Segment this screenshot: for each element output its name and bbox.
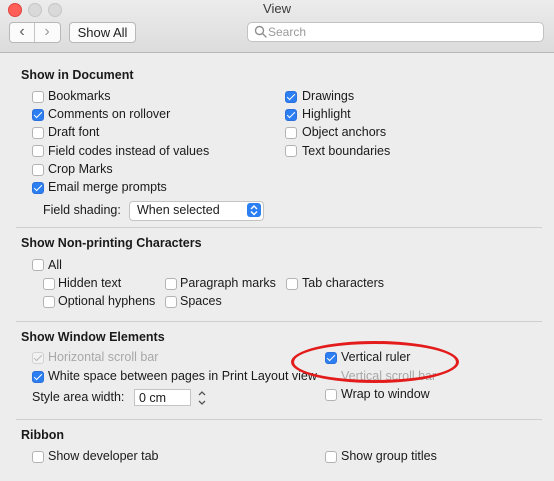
show-group-titles-label: Show group titles: [341, 449, 437, 463]
crop-marks-label: Crop Marks: [48, 162, 113, 176]
all-label: All: [48, 258, 62, 272]
navigation-buttons: ‹ ›: [9, 22, 61, 43]
text-boundaries-checkbox[interactable]: [285, 145, 297, 157]
drawings-label: Drawings: [302, 89, 355, 103]
field-codes-label: Field codes instead of values: [48, 144, 210, 158]
comments-on-rollover-label: Comments on rollover: [48, 107, 171, 121]
style-area-width-field[interactable]: [134, 389, 191, 406]
hidden-text-label: Hidden text: [58, 276, 122, 290]
field-codes-checkbox[interactable]: [32, 145, 44, 157]
field-shading-label: Field shading:: [43, 203, 121, 217]
chevron-right-icon: ›: [44, 23, 50, 40]
show-developer-tab-checkbox[interactable]: [32, 451, 44, 463]
section-title-show-in-document: Show in Document: [21, 68, 134, 82]
object-anchors-label: Object anchors: [302, 125, 387, 139]
hidden-text-checkbox[interactable]: [43, 278, 55, 290]
vertical-scroll-bar-label: Vertical scroll bar: [341, 369, 437, 383]
horizontal-scroll-bar-label: Horizontal scroll bar: [48, 350, 159, 364]
email-merge-prompts-checkbox[interactable]: [32, 182, 44, 194]
style-area-width-label: Style area width:: [32, 390, 125, 404]
section-divider: [16, 321, 542, 322]
white-space-between-pages-checkbox[interactable]: [32, 371, 44, 383]
search-field[interactable]: [247, 22, 544, 42]
draft-font-label: Draft font: [48, 125, 100, 139]
email-merge-prompts-label: Email merge prompts: [48, 180, 167, 194]
tab-characters-label: Tab characters: [302, 276, 384, 290]
section-divider: [16, 227, 542, 228]
show-all-button[interactable]: Show All: [69, 22, 136, 43]
bookmarks-label: Bookmarks: [48, 89, 111, 103]
paragraph-marks-checkbox[interactable]: [165, 278, 177, 290]
highlight-label: Highlight: [302, 107, 351, 121]
comments-on-rollover-checkbox[interactable]: [32, 109, 44, 121]
show-group-titles-checkbox[interactable]: [325, 451, 337, 463]
text-boundaries-label: Text boundaries: [302, 144, 391, 158]
field-shading-value: When selected: [137, 203, 220, 217]
drawings-checkbox[interactable]: [285, 91, 297, 103]
search-input[interactable]: [268, 23, 538, 41]
show-developer-tab-label: Show developer tab: [48, 449, 159, 463]
wrap-to-window-label: Wrap to window: [341, 387, 430, 401]
horizontal-scroll-bar-checkbox: [32, 352, 44, 364]
optional-hyphens-checkbox[interactable]: [43, 296, 55, 308]
white-space-between-pages-label: White space between pages in Print Layou…: [48, 369, 317, 383]
spaces-checkbox[interactable]: [165, 296, 177, 308]
object-anchors-checkbox[interactable]: [285, 127, 297, 139]
section-title-ribbon: Ribbon: [21, 428, 65, 442]
preferences-panel: Show in Document Bookmarks Comments on r…: [0, 53, 554, 481]
vertical-ruler-label: Vertical ruler: [341, 350, 411, 364]
section-title-non-printing: Show Non-printing Characters: [21, 236, 202, 250]
search-icon: [254, 25, 267, 38]
paragraph-marks-label: Paragraph marks: [180, 276, 276, 290]
draft-font-checkbox[interactable]: [32, 127, 44, 139]
style-area-width-input[interactable]: [139, 390, 189, 405]
highlight-checkbox[interactable]: [285, 109, 297, 121]
all-checkbox[interactable]: [32, 259, 44, 271]
section-title-window-elements: Show Window Elements: [21, 330, 165, 344]
forward-button[interactable]: ›: [35, 23, 59, 42]
back-button[interactable]: ‹: [10, 23, 35, 42]
tab-characters-checkbox[interactable]: [286, 278, 298, 290]
section-divider: [16, 419, 542, 420]
crop-marks-checkbox[interactable]: [32, 164, 44, 176]
wrap-to-window-checkbox[interactable]: [325, 389, 337, 401]
chevron-left-icon: ‹: [19, 23, 25, 40]
vertical-ruler-checkbox[interactable]: [325, 352, 337, 364]
stepper-icon[interactable]: [197, 389, 207, 407]
spaces-label: Spaces: [180, 294, 222, 308]
optional-hyphens-label: Optional hyphens: [58, 294, 156, 308]
field-shading-select[interactable]: When selected: [129, 201, 264, 221]
select-arrows-icon: [247, 203, 261, 217]
bookmarks-checkbox[interactable]: [32, 91, 44, 103]
window-title: View: [263, 1, 291, 16]
